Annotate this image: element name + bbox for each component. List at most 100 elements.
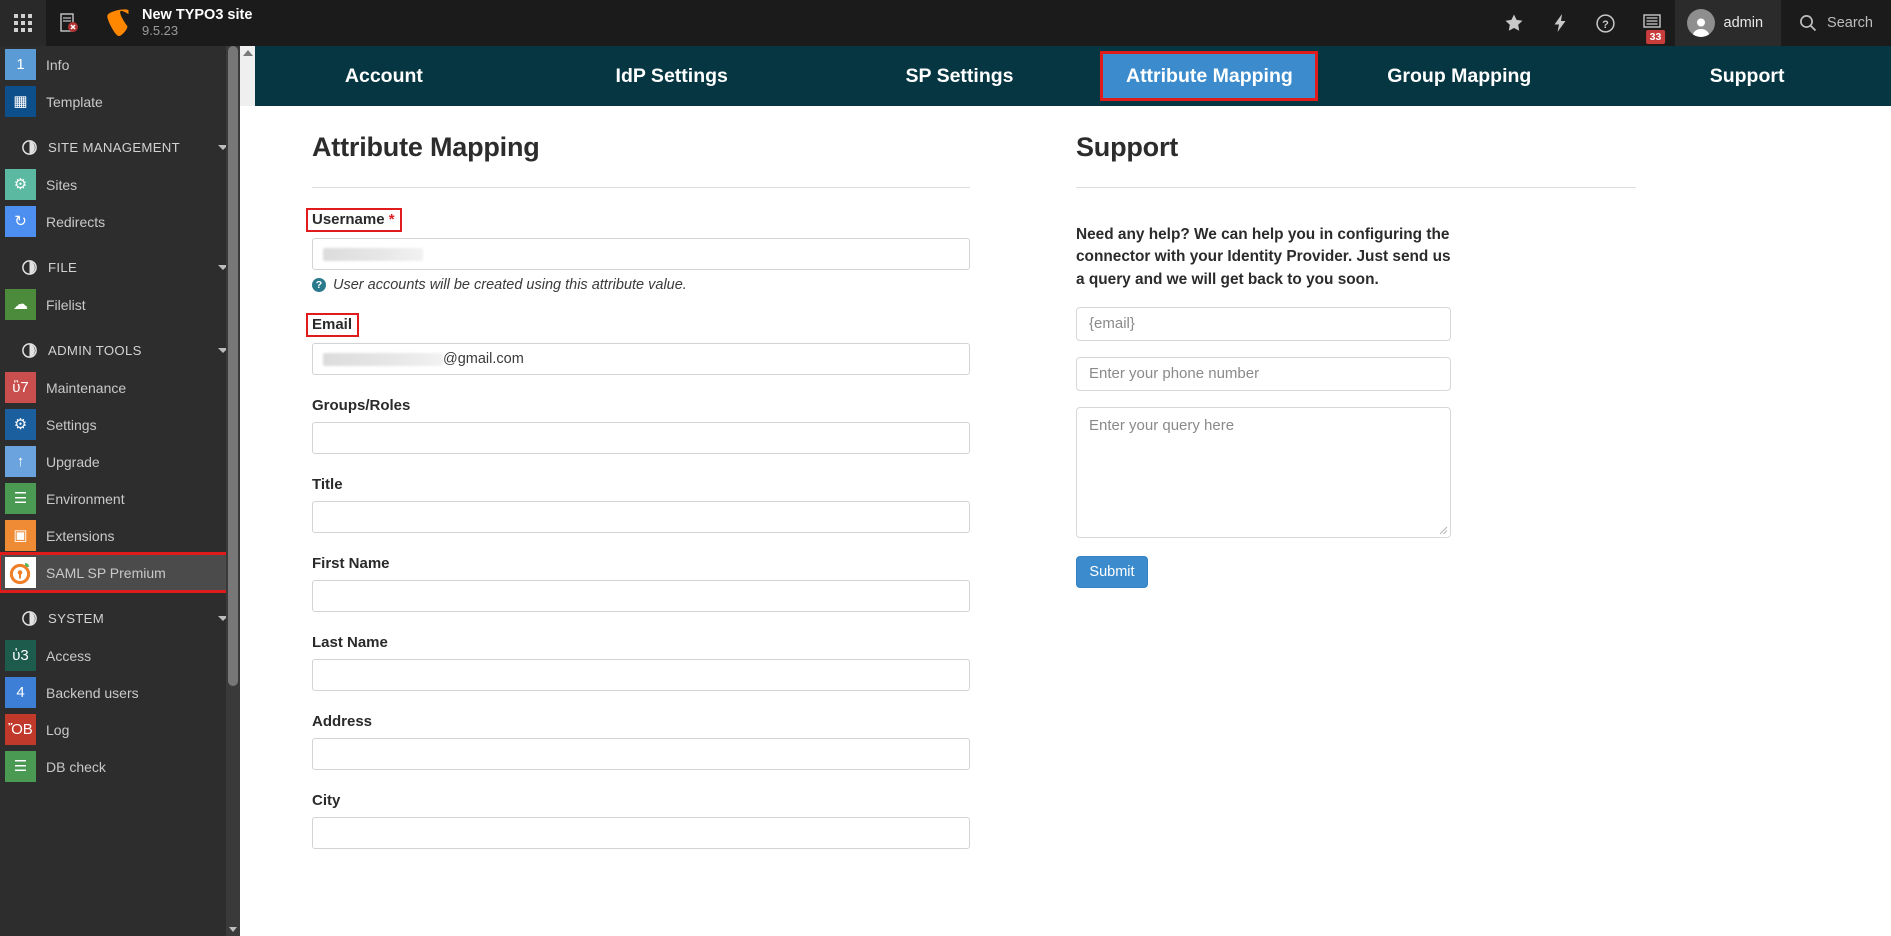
tab-idp-settings[interactable]: IdP Settings xyxy=(528,54,816,98)
section-icon xyxy=(16,342,43,359)
submit-button[interactable]: Submit xyxy=(1076,556,1148,588)
support-phone-input[interactable]: Enter your phone number xyxy=(1076,357,1451,391)
bookmarks-button[interactable] xyxy=(1491,0,1537,46)
sidebar-section-file[interactable]: FILE xyxy=(0,249,240,286)
user-menu-button[interactable]: admin xyxy=(1675,0,1782,46)
sidebar-section-label: SITE MANAGEMENT xyxy=(48,140,218,155)
lightning-icon xyxy=(1551,13,1569,33)
sidebar-section-label: SYSTEM xyxy=(48,611,218,626)
sidebar-item-log[interactable]: ὌB Log xyxy=(0,711,240,748)
sidebar-item-environment[interactable]: ☰ Environment xyxy=(0,480,240,517)
section-icon xyxy=(16,139,43,156)
content-scroll-up[interactable] xyxy=(240,46,255,106)
sidebar-item-access[interactable]: ὑ3 Access xyxy=(0,637,240,674)
sidebar-item-info[interactable]: 1 Info xyxy=(0,46,240,83)
field-label-last-name: Last Name xyxy=(312,634,388,651)
sidebar-item-label: Template xyxy=(46,94,103,110)
field-label-city: City xyxy=(312,792,340,809)
help-circle-icon: ? xyxy=(1595,13,1616,34)
field-username: Username *? User accounts will be created… xyxy=(312,210,1030,293)
support-query-placeholder: Enter your query here xyxy=(1089,417,1234,434)
support-email-input[interactable]: {email} xyxy=(1076,307,1451,341)
sidebar-item-template[interactable]: ▦ Template xyxy=(0,83,240,120)
field-address: Address xyxy=(312,713,1030,770)
field-groups-roles: Groups/Roles xyxy=(312,397,1030,454)
clear-cache-icon xyxy=(57,12,79,34)
sidebar-item-redirects[interactable]: ↻ Redirects xyxy=(0,203,240,240)
sidebar-item-sites[interactable]: ⚙ Sites xyxy=(0,166,240,203)
sidebar-section-site-management[interactable]: SITE MANAGEMENT xyxy=(0,129,240,166)
search-button[interactable]: Search xyxy=(1781,0,1891,46)
tab-account[interactable]: Account xyxy=(240,54,528,98)
sidebar-item-label: Info xyxy=(46,57,69,73)
required-marker: * xyxy=(385,211,395,228)
sidebar-item-label: Log xyxy=(46,722,69,738)
chevron-down-icon[interactable] xyxy=(229,927,237,932)
support-panel: Support Need any help? We can help you i… xyxy=(1030,106,1630,936)
field-label-groups-roles: Groups/Roles xyxy=(312,397,410,414)
tab-label: SP Settings xyxy=(905,65,1013,87)
sidebar-item-icon: ☁ xyxy=(5,289,36,320)
sidebar-item-icon: ὒ7 xyxy=(5,372,36,403)
tab-label: Attribute Mapping xyxy=(1126,65,1293,87)
sidebar-section-system[interactable]: SYSTEM xyxy=(0,600,240,637)
tab-label: Support xyxy=(1710,65,1785,87)
sidebar-item-filelist[interactable]: ☁ Filelist xyxy=(0,286,240,323)
input-address[interactable] xyxy=(312,738,970,770)
sidebar-section-label: ADMIN TOOLS xyxy=(48,343,218,358)
sidebar-item-saml-sp-premium[interactable]: SAML SP Premium xyxy=(0,554,240,591)
tab-attribute-mapping[interactable]: Attribute Mapping xyxy=(1103,54,1315,98)
systeminformation-button[interactable]: 33 xyxy=(1629,0,1675,46)
flash-actions-button[interactable] xyxy=(1537,0,1583,46)
sidebar-item-db-check[interactable]: ☰ DB check xyxy=(0,748,240,785)
sidebar-item-icon: ⚙ xyxy=(5,169,36,200)
main-content: Attribute Mapping Username *? User accoun… xyxy=(240,106,1891,936)
sidebar-item-label: Settings xyxy=(46,417,97,433)
redacted-value xyxy=(323,248,423,261)
input-city[interactable] xyxy=(312,817,970,849)
module-sidebar[interactable]: 1 Info ▦ Template SITE MANAGEMENT ⚙ Sites ↻ Redi… xyxy=(0,46,240,936)
star-icon xyxy=(1504,13,1524,33)
clear-cache-button[interactable] xyxy=(46,0,90,46)
tab-label: Account xyxy=(345,65,423,87)
input-email[interactable]: @gmail.com xyxy=(312,343,970,375)
sidebar-item-label: Maintenance xyxy=(46,380,126,396)
sidebar-item-settings[interactable]: ⚙ Settings xyxy=(0,406,240,443)
sidebar-item-label: DB check xyxy=(46,759,106,775)
title-divider xyxy=(312,187,970,188)
help-button[interactable]: ? xyxy=(1583,0,1629,46)
sidebar-scrollbar[interactable] xyxy=(226,46,240,936)
input-title[interactable] xyxy=(312,501,970,533)
support-query-textarea[interactable]: Enter your query here xyxy=(1076,407,1451,538)
input-username[interactable] xyxy=(312,238,970,270)
sidebar-item-icon: ὆4 xyxy=(5,677,36,708)
input-groups-roles[interactable] xyxy=(312,422,970,454)
sidebar-item-icon: ▣ xyxy=(5,520,36,551)
resize-grip-icon[interactable] xyxy=(1437,524,1448,535)
sidebar-item-label: SAML SP Premium xyxy=(46,565,166,581)
tab-support[interactable]: Support xyxy=(1603,54,1891,98)
tab-sp-settings[interactable]: SP Settings xyxy=(816,54,1104,98)
input-first-name[interactable] xyxy=(312,580,970,612)
sidebar-item-label: Redirects xyxy=(46,214,105,230)
sidebar-item-upgrade[interactable]: ↑ Upgrade xyxy=(0,443,240,480)
field-last-name: Last Name xyxy=(312,634,1030,691)
tab-group-mapping[interactable]: Group Mapping xyxy=(1315,54,1603,98)
input-last-name[interactable] xyxy=(312,659,970,691)
search-label: Search xyxy=(1827,15,1873,31)
sidebar-item-icon: ↑ xyxy=(5,446,36,477)
sidebar-section-admin-tools[interactable]: ADMIN TOOLS xyxy=(0,332,240,369)
typo3-logo-icon xyxy=(106,8,132,38)
modules-menu-button[interactable] xyxy=(0,0,46,46)
sidebar-item-maintenance[interactable]: ὒ7 Maintenance xyxy=(0,369,240,406)
sidebar-item-icon: 1 xyxy=(5,49,36,80)
field-label-title: Title xyxy=(312,476,343,493)
chevron-up-icon[interactable] xyxy=(243,50,253,56)
module-tabbar[interactable]: Account IdP Settings SP Settings Attribute … xyxy=(240,46,1891,106)
redacted-value xyxy=(323,353,443,366)
sidebar-item-extensions[interactable]: ▣ Extensions xyxy=(0,517,240,554)
sidebar-item-backend-users[interactable]: ὆4 Backend users xyxy=(0,674,240,711)
site-branding[interactable]: New TYPO3 site 9.5.23 xyxy=(90,0,252,46)
sidebar-scrollbar-thumb[interactable] xyxy=(228,46,238,686)
sidebar-item-label: Filelist xyxy=(46,297,86,313)
